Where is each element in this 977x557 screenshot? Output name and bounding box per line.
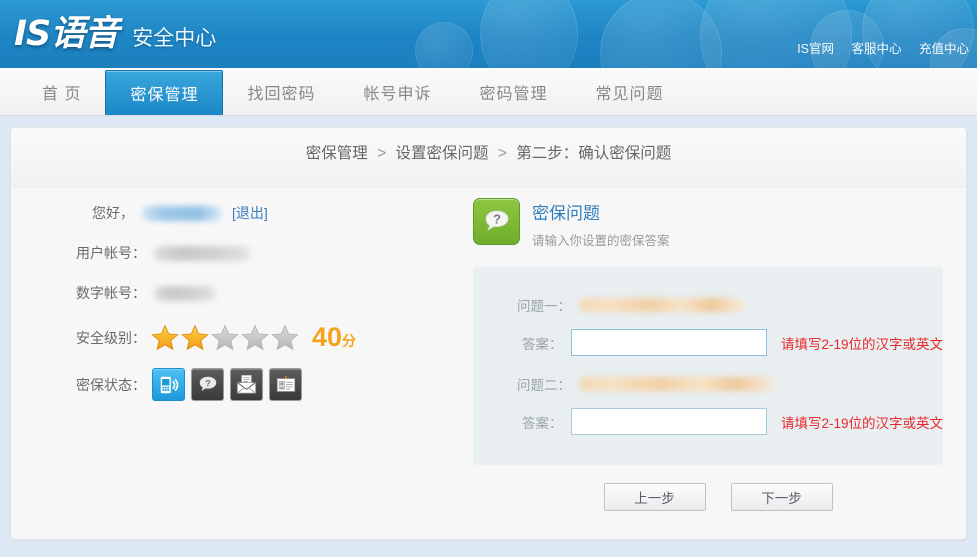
site-logo[interactable]: IS语音 [14, 5, 119, 56]
mobile-phone-icon[interactable] [152, 368, 185, 401]
svg-text:?: ? [205, 378, 211, 388]
header-top-links: IS官网 客服中心 充值中心 [783, 38, 969, 57]
star-filled-icon [181, 324, 209, 351]
security-status-row: 密保状态： ? [66, 368, 446, 401]
question-bubble-icon: ? [473, 198, 520, 245]
form-subtitle: 请输入你设置的密保答案 [532, 234, 670, 248]
question-bubble-glyph: ? [199, 376, 216, 391]
question-1-redacted-value [579, 298, 744, 312]
site-subtitle: 安全中心 [132, 27, 217, 50]
mail-envelope-glyph [236, 375, 257, 394]
star-empty-icon [271, 324, 299, 351]
greeting-label: 您好， [92, 205, 134, 221]
star-filled-icon [151, 324, 179, 351]
question-mark-icon[interactable]: ? [191, 368, 224, 401]
is-official-site-link[interactable]: IS官网 [797, 42, 834, 56]
security-score: 40分 [312, 324, 356, 351]
question-form-box: 问题一： 答案： 请填写2-19位的汉字或英文 问题二： 答案： 请填写2-19… [473, 267, 943, 465]
answer-2-input[interactable] [570, 408, 767, 435]
svg-text:?: ? [493, 211, 501, 226]
question-2-row: 问题二： [473, 374, 943, 394]
answer-2-row: 答案： 请填写2-19位的汉字或英文 [473, 408, 943, 435]
previous-step-button[interactable]: 上一步 [603, 483, 706, 511]
security-level-label: 安全级别： [76, 329, 146, 346]
answer-1-label: 答案： [522, 336, 563, 352]
main-navigation: 首 页 密保管理 找回密码 帐号申诉 密码管理 常见问题 [0, 68, 977, 116]
id-card-glyph [276, 375, 295, 392]
user-account-row: 用户帐号： [66, 243, 446, 263]
security-score-unit: 分 [342, 333, 357, 349]
security-status-icons: ? [152, 368, 302, 401]
nav-item-faq[interactable]: 常见问题 [572, 68, 688, 115]
security-status-label: 密保状态： [76, 376, 146, 393]
security-level-stars [150, 323, 300, 352]
username-redacted-value [142, 205, 222, 221]
nav-item-retrieve-password[interactable]: 找回密码 [223, 68, 339, 115]
form-header: ? 密保问题 请输入你设置的密保答案 [473, 198, 943, 249]
logo-area[interactable]: IS语音 安全中心 [14, 5, 216, 56]
account-info-column: 您好， [退出] 用户帐号： 数字帐号： 安全级别： 40分 密保状态： ? [66, 203, 446, 421]
recharge-center-link[interactable]: 充值中心 [919, 42, 969, 56]
question-1-row: 问题一： [473, 295, 943, 315]
form-header-text: 密保问题 请输入你设置的密保答案 [532, 198, 670, 249]
greeting-row: 您好， [退出] [66, 203, 446, 223]
answer-2-label: 答案： [522, 415, 563, 431]
nav-item-security-management[interactable]: 密保管理 [105, 70, 224, 115]
breadcrumb: 密保管理 > 设置密保问题 > 第二步：确认密保问题 [11, 128, 966, 180]
digit-account-row: 数字帐号： [66, 283, 446, 303]
logout-link[interactable]: [退出] [232, 203, 268, 223]
customer-service-link[interactable]: 客服中心 [851, 42, 901, 56]
answer-1-hint: 请填写2-19位的汉字或英文 [780, 336, 943, 352]
digit-account-redacted-value [154, 285, 216, 301]
panel-body: 您好， [退出] 用户帐号： 数字帐号： 安全级别： 40分 密保状态： ? ?… [11, 188, 966, 539]
breadcrumb-item-2[interactable]: 设置密保问题 [395, 145, 488, 162]
answer-1-input[interactable] [570, 329, 767, 356]
question-1-label: 问题一： [517, 299, 571, 314]
breadcrumb-separator-1: > [377, 145, 387, 162]
user-account-label: 用户帐号： [76, 245, 146, 261]
next-step-button[interactable]: 下一步 [730, 483, 833, 511]
mail-envelope-icon[interactable] [230, 368, 263, 401]
breadcrumb-item-1[interactable]: 密保管理 [306, 145, 368, 162]
question-2-redacted-value [579, 377, 774, 391]
star-empty-icon [241, 324, 269, 351]
breadcrumb-bar: 密保管理 > 设置密保问题 > 第二步：确认密保问题 [11, 128, 966, 188]
question-2-label: 问题二： [517, 378, 571, 393]
nav-item-account-appeal[interactable]: 帐号申诉 [339, 68, 455, 115]
breadcrumb-item-3: 第二步：确认密保问题 [516, 145, 672, 162]
form-title: 密保问题 [532, 204, 600, 223]
security-score-value: 40 [312, 322, 343, 352]
digit-account-label: 数字帐号： [76, 285, 146, 301]
nav-item-home[interactable]: 首 页 [18, 68, 105, 115]
id-card-icon[interactable] [269, 368, 302, 401]
breadcrumb-separator-2: > [497, 145, 507, 162]
answer-1-row: 答案： 请填写2-19位的汉字或英文 [473, 329, 943, 356]
mobile-phone-glyph [160, 376, 178, 393]
nav-item-password-management[interactable]: 密码管理 [456, 68, 572, 115]
answer-2-hint: 请填写2-19位的汉字或英文 [780, 415, 943, 431]
content-panel: 密保管理 > 设置密保问题 > 第二步：确认密保问题 您好， [退出] 用户帐号… [10, 127, 967, 540]
security-level-row: 安全级别： 40分 [66, 323, 446, 352]
site-header: IS语音 安全中心 IS官网 客服中心 充值中心 [0, 0, 977, 68]
form-button-row: 上一步 下一步 [473, 483, 943, 511]
question-form-column: ? 密保问题 请输入你设置的密保答案 问题一： 答案： 请填写2-19位的汉字或… [473, 198, 943, 511]
user-account-redacted-value [154, 245, 250, 261]
star-empty-icon [211, 324, 239, 351]
question-bubble-glyph: ? [485, 210, 508, 231]
